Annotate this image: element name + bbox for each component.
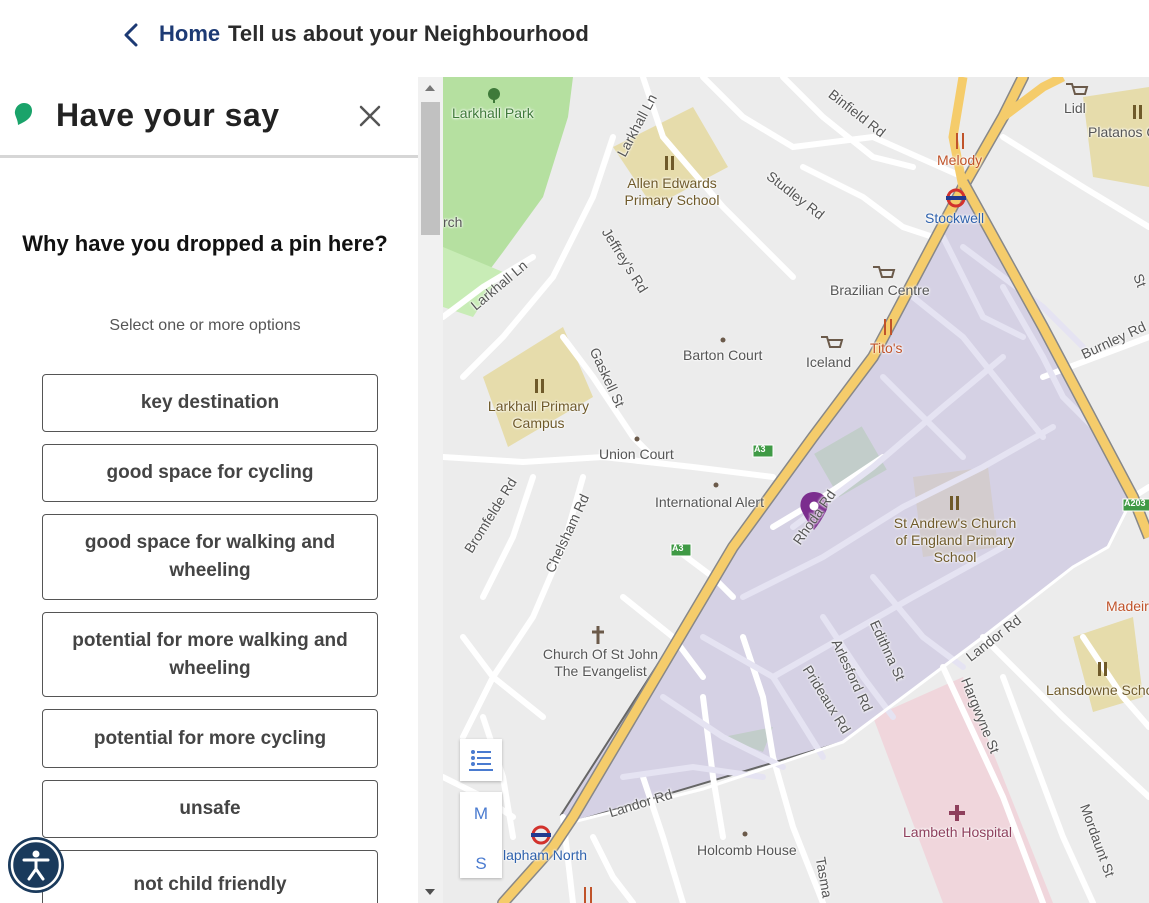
list-icon <box>469 750 493 771</box>
label-lidl: Lidl <box>1064 100 1086 116</box>
option-potential-walking[interactable]: potential for more walking and wheeling <box>42 612 378 697</box>
shield-a203: A203 <box>1124 498 1146 508</box>
label-allen-edwards: Allen Edwards Primary School <box>624 175 720 208</box>
close-icon[interactable] <box>357 103 383 129</box>
label-stockwell: Stockwell <box>925 210 985 226</box>
chevron-left-icon[interactable] <box>118 20 144 50</box>
label-titos: Tito's <box>870 340 903 356</box>
map-view[interactable]: Larkhall Park Allen Edwards Primary Scho… <box>443 77 1149 903</box>
option-key-destination[interactable]: key destination <box>42 374 378 432</box>
scroll-down-arrow[interactable] <box>425 889 435 895</box>
option-unsafe[interactable]: unsafe <box>42 780 378 838</box>
label-church-st-john: Church Of St John The Evangelist <box>542 646 659 679</box>
label-union-court: Union Court <box>599 446 674 462</box>
label-iceland: Iceland <box>806 354 852 370</box>
map-type-m-button[interactable]: M <box>460 792 502 824</box>
panel-header: Have your say <box>0 77 418 158</box>
map-type-s-button[interactable]: S <box>460 824 502 874</box>
option-potential-cycling[interactable]: potential for more cycling <box>42 709 378 768</box>
leaf-icon <box>14 103 32 125</box>
option-good-space-cycling[interactable]: good space for cycling <box>42 444 378 502</box>
label-larkhall-park: Larkhall Park <box>452 105 534 121</box>
question-heading: Why have you dropped a pin here? <box>22 231 388 256</box>
page-title: Tell us about your Neighbourhood <box>228 21 589 46</box>
label-international-alert: International Alert <box>655 494 764 510</box>
label-barton-court: Barton Court <box>683 347 763 363</box>
top-bar: Home Tell us about your Neighbourhood <box>0 0 1149 77</box>
shield-a3-2: A3 <box>672 543 684 553</box>
accessibility-icon <box>10 839 62 891</box>
panel-title: Have your say <box>56 97 280 133</box>
label-holcomb-house: Holcomb House <box>697 842 797 858</box>
label-church-partial: rch <box>443 214 463 230</box>
label-brazilian-centre: Brazilian Centre <box>830 282 930 298</box>
tube-clapham-north-icon <box>531 825 551 845</box>
label-madeira: Madeir <box>1106 598 1149 614</box>
legend-list-button[interactable] <box>460 739 502 781</box>
label-st-andrews: St Andrew's Church of England Primary Sc… <box>893 515 1017 565</box>
scroll-thumb[interactable] <box>421 102 440 235</box>
option-good-space-walking[interactable]: good space for walking and wheeling <box>42 514 378 600</box>
panel-scrollbar[interactable] <box>418 77 443 903</box>
label-melody: Melody <box>937 152 983 168</box>
label-larkhall-primary: Larkhall Primary Campus <box>487 398 590 431</box>
option-not-child-friendly[interactable]: not child friendly <box>42 850 378 903</box>
map-type-control: M S <box>460 792 502 878</box>
label-lambeth-hospital: Lambeth Hospital <box>903 824 1012 840</box>
label-clapham-north: lapham North <box>503 847 588 863</box>
accessibility-button[interactable] <box>8 837 64 893</box>
home-link[interactable]: Home <box>159 21 220 47</box>
scroll-up-arrow[interactable] <box>425 85 435 91</box>
label-platanos: Platanos C <box>1088 124 1149 140</box>
have-your-say-panel: Have your say Why have you dropped a pin… <box>0 77 418 903</box>
shield-a3-1: A3 <box>754 444 766 454</box>
label-lansdowne: Lansdowne Scho <box>1046 682 1149 698</box>
instruction-text: Select one or more options <box>109 317 301 334</box>
